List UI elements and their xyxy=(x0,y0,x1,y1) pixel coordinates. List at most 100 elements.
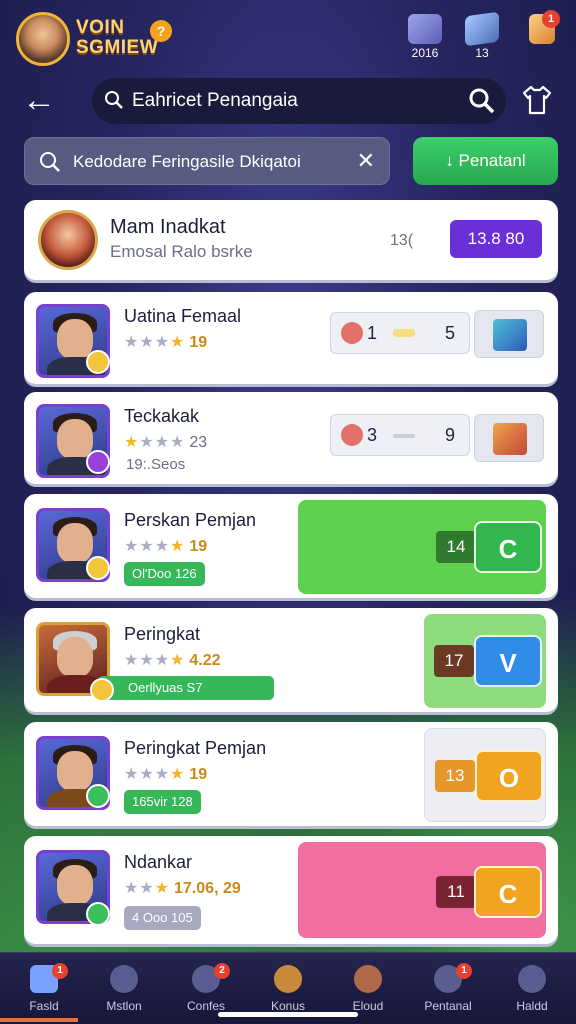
claim-button[interactable]: C xyxy=(474,521,542,573)
nav-guild[interactable]: Eloud xyxy=(332,961,404,1013)
count-badge: 17 xyxy=(434,645,474,677)
claim-button[interactable]: C xyxy=(474,866,542,918)
search-icon xyxy=(105,91,123,109)
magnifier-icon[interactable] xyxy=(468,87,496,115)
nav-badge: 1 xyxy=(456,963,472,979)
star-rating: ★★★★ 19 xyxy=(124,334,208,351)
player-name: Ndankar xyxy=(124,852,193,872)
player-card[interactable]: Teckakak ★★★★ 23 19:.Seos 3 9 xyxy=(24,392,558,484)
gem-chest-icon xyxy=(408,14,442,44)
player-card[interactable]: Uatina Femaal ★★★★ 19 1 5 xyxy=(24,292,558,384)
player-tag: Oerllyuas S7 xyxy=(98,676,274,700)
player-card[interactable]: Ndankar ★★★ 17.06, 29 4 Ooo 105 11 C xyxy=(24,836,558,944)
item-slot[interactable] xyxy=(474,310,544,358)
nav-label: Konus xyxy=(270,999,306,1013)
rank-badge-icon xyxy=(86,450,110,474)
clear-icon[interactable]: ✕ xyxy=(357,148,375,174)
stat-b: 5 xyxy=(444,323,455,343)
star-rating: ★★★★ 23 xyxy=(124,434,208,451)
nav-search[interactable]: Haldd xyxy=(496,961,568,1013)
player-tag: Ol'Doo 126 xyxy=(124,562,205,586)
nav-games[interactable]: 2 Confes xyxy=(170,961,242,1013)
nav-home[interactable]: 1 Fasld xyxy=(8,961,80,1013)
page-title: Eahricet Penangaia xyxy=(132,90,298,111)
player-subline: 19:.Seos xyxy=(126,456,186,473)
rating-value: 23 xyxy=(189,434,208,451)
rank-badge-icon xyxy=(90,678,114,702)
shield-icon xyxy=(354,965,382,993)
featured-avatar xyxy=(38,210,98,270)
nav-label: Fasld xyxy=(29,999,59,1013)
nav-label: Eloud xyxy=(352,999,384,1013)
search-input[interactable]: Kedodare Feringasile Dkiqatoi ✕ xyxy=(24,137,390,185)
download-button[interactable]: ↓ Penatanl xyxy=(413,137,558,185)
action-panel: 17 V xyxy=(424,614,546,708)
star-rating: ★★★★ 4.22 xyxy=(124,652,221,669)
resource-crates-value: 13 xyxy=(475,46,489,60)
search-icon xyxy=(40,152,60,172)
brand-logo: VOIN SGMIEW xyxy=(76,17,159,58)
paw-icon xyxy=(341,322,363,344)
active-tab-indicator xyxy=(0,1018,78,1022)
nav-label: Mstlon xyxy=(106,999,142,1013)
nav-label: Haldd xyxy=(516,999,548,1013)
nav-chat[interactable]: Mstlon xyxy=(88,961,160,1013)
player-name: Uatina Femaal xyxy=(124,306,242,326)
stat-a: 3 xyxy=(367,425,378,445)
gift-badge: 1 xyxy=(542,10,560,28)
player-name: Peringkat xyxy=(124,624,201,644)
nav-build[interactable]: Konus xyxy=(252,961,324,1013)
rating-value: 19 xyxy=(189,538,208,555)
rating-value: 17.06, 29 xyxy=(174,880,241,897)
featured-subtitle: Emosal Ralo bsrke xyxy=(110,242,253,261)
stat-separator xyxy=(393,434,415,438)
nav-label: Pentanal xyxy=(424,999,472,1013)
featured-score-button[interactable]: 13.8 80 xyxy=(450,220,542,258)
rank-badge-icon xyxy=(86,784,110,808)
player-card[interactable]: Peringkat ★★★★ 4.22 Oerllyuas S7 17 V xyxy=(24,608,558,712)
search-input-text: Kedodare Feringasile Dkiqatoi xyxy=(73,152,301,171)
search-icon xyxy=(518,965,546,993)
shirt-icon[interactable] xyxy=(520,84,554,116)
stat-a: 1 xyxy=(367,323,378,343)
resource-crates[interactable]: 13 xyxy=(462,11,502,60)
top-bar: VOIN SGMIEW ? 2016 13 1 xyxy=(0,0,576,78)
stat-b: 9 xyxy=(444,425,455,445)
rank-badge-icon xyxy=(86,556,110,580)
action-panel: 13 O xyxy=(424,728,546,822)
player-avatar[interactable] xyxy=(16,12,70,66)
count-badge: 13 xyxy=(435,760,475,792)
nav-badge: 2 xyxy=(214,963,230,979)
rating-value: 19 xyxy=(189,766,208,783)
claim-button[interactable]: V xyxy=(474,635,542,687)
claim-button[interactable]: O xyxy=(475,750,543,802)
back-button[interactable]: ← xyxy=(22,82,62,122)
player-tag: 4 Ooo 105 xyxy=(124,906,201,930)
rank-badge-icon xyxy=(86,902,110,926)
chat-icon xyxy=(110,965,138,993)
cube-item-icon xyxy=(493,319,527,351)
star-rating: ★★★ 17.06, 29 xyxy=(124,880,241,897)
stat-box: 3 9 xyxy=(330,414,470,456)
chest-item-icon xyxy=(493,423,527,455)
item-slot[interactable] xyxy=(474,414,544,462)
title-search-bar[interactable]: Eahricet Penangaia xyxy=(92,78,506,124)
rating-value: 4.22 xyxy=(189,652,221,669)
resource-gems-value: 2016 xyxy=(411,46,439,60)
nav-badge: 1 xyxy=(52,963,68,979)
player-card[interactable]: Perskan Pemjan ★★★★ 19 Ol'Doo 126 14 C xyxy=(24,494,558,598)
featured-player-card[interactable]: Mam Inadkat Emosal Ralo bsrke 13( 13.8 8… xyxy=(24,200,558,280)
count-badge: 14 xyxy=(436,531,476,563)
paw-icon xyxy=(341,424,363,446)
resource-gems[interactable]: 2016 xyxy=(405,14,445,60)
player-name: Peringkat Pemjan xyxy=(124,738,267,758)
nav-mail[interactable]: 1 Pentanal xyxy=(412,961,484,1013)
rating-value: 19 xyxy=(189,334,208,351)
brand-badge: ? xyxy=(150,20,172,42)
player-name: Teckakak xyxy=(124,406,200,426)
resource-gifts[interactable]: 1 xyxy=(522,10,562,46)
featured-middle-value: 13( xyxy=(390,232,414,249)
stat-separator xyxy=(393,329,415,337)
star-rating: ★★★★ 19 xyxy=(124,766,208,783)
player-card[interactable]: Peringkat Pemjan ★★★★ 19 165vir 128 13 O xyxy=(24,722,558,826)
